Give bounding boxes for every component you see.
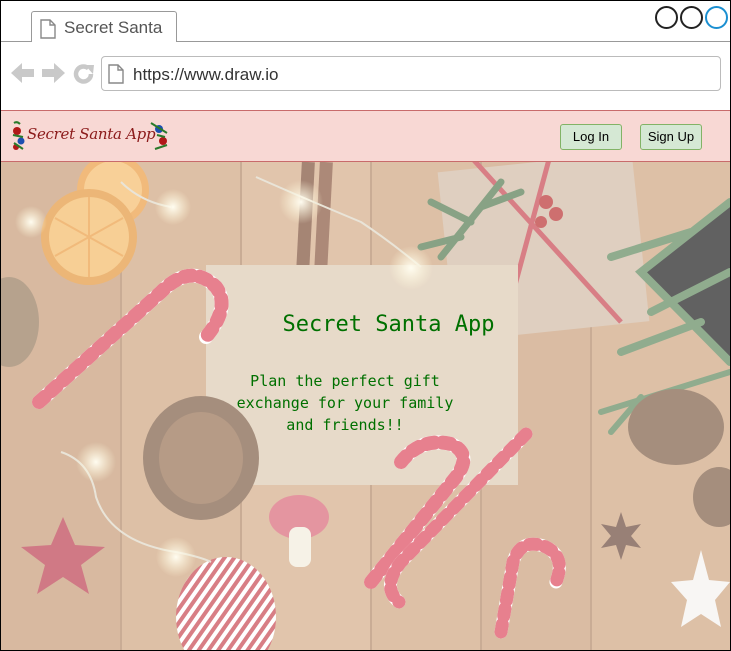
reload-icon[interactable] xyxy=(72,62,96,91)
window-button-close[interactable] xyxy=(705,6,728,29)
browser-window: Secret Santa https://www.draw.io Secret … xyxy=(0,0,731,651)
page-icon xyxy=(40,19,56,44)
address-bar[interactable]: https://www.draw.io xyxy=(101,56,721,91)
sign-up-button[interactable]: Sign Up xyxy=(640,124,702,150)
hero-title: Secret Santa App xyxy=(282,312,495,337)
log-in-button[interactable]: Log In xyxy=(560,124,622,150)
back-arrow-icon[interactable] xyxy=(11,63,35,88)
tab-title: Secret Santa xyxy=(64,18,163,37)
site-header: Secret Santa App Log In Sign Up xyxy=(1,110,730,162)
logo-text: Secret Santa App xyxy=(27,125,156,143)
window-button-maximize[interactable] xyxy=(680,6,703,29)
forward-arrow-icon[interactable] xyxy=(41,63,65,88)
window-button-minimize[interactable] xyxy=(655,6,678,29)
logo[interactable]: Secret Santa App xyxy=(11,119,169,153)
browser-tab[interactable]: Secret Santa xyxy=(31,11,177,42)
url-text: https://www.draw.io xyxy=(133,65,279,84)
page-icon xyxy=(108,64,124,89)
hero-banner: Secret Santa App Plan the perfect gift e… xyxy=(1,162,730,650)
hero-subtitle: Plan the perfect gift exchange for your … xyxy=(236,372,454,434)
